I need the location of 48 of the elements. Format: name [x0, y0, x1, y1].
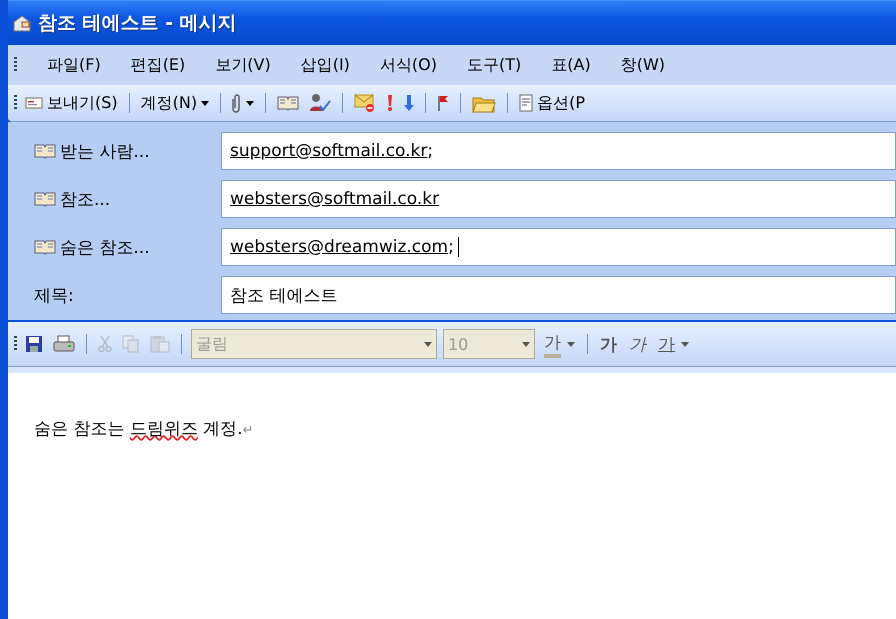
menu-item[interactable]: 보기(V)	[215, 54, 271, 76]
clipboard-icon	[150, 335, 170, 353]
caret-icon	[681, 342, 689, 346]
paperclip-icon	[232, 93, 242, 113]
toolbar-button[interactable]: 옵션(P	[517, 90, 587, 116]
copy-icon	[122, 335, 140, 353]
caret-icon	[201, 100, 210, 106]
menu-item[interactable]: 창(W)	[620, 54, 666, 76]
field-label: 제목:	[34, 284, 74, 306]
body-text: 숨은 참조는 드림위즈 계정.↵	[34, 418, 255, 440]
flag-icon	[437, 95, 450, 111]
caret-icon	[522, 342, 530, 346]
menu-item[interactable]: 파일(F)	[47, 54, 101, 76]
address-label[interactable]: 숨은 참조...	[60, 236, 150, 258]
message-body[interactable]: 숨은 참조는 드림위즈 계정.↵	[8, 367, 896, 619]
down-arrow-icon	[404, 94, 414, 112]
address-field[interactable]: websters@softmail.co.kr	[221, 180, 896, 218]
exclamation-icon	[386, 94, 394, 112]
bold-button[interactable]: 가	[597, 330, 620, 358]
address-label[interactable]: 참조...	[60, 188, 110, 210]
window-title: 참조 테에스트 - 메시지	[38, 11, 237, 36]
printer-icon	[53, 335, 75, 353]
person-check-icon	[309, 93, 332, 113]
address-book-icon	[277, 95, 300, 111]
address-book-icon	[34, 143, 56, 159]
menu-item[interactable]: 편집(E)	[130, 54, 186, 76]
address-book-icon	[34, 239, 56, 255]
toolbar-button[interactable]: 보내기(S)	[23, 90, 120, 116]
underline-button[interactable]: 가	[655, 330, 692, 358]
address-field[interactable]: support@softmail.co.kr;	[221, 132, 896, 170]
menu-item[interactable]: 도구(T)	[467, 54, 522, 76]
menu-item[interactable]: 삽입(I)	[300, 54, 350, 76]
caret-icon	[246, 100, 254, 106]
address-book-icon	[34, 191, 56, 207]
scissors-icon	[98, 335, 112, 353]
address-label[interactable]: 받는 사람...	[60, 140, 150, 162]
italic-button[interactable]: 가	[626, 330, 649, 358]
document-icon	[519, 94, 534, 112]
address-field[interactable]: websters@dreamwiz.com;	[221, 228, 896, 266]
dropdown-button[interactable]: 계정(N)	[138, 90, 212, 116]
toolbar-button[interactable]	[23, 333, 45, 355]
save-icon	[25, 335, 43, 353]
menu-item[interactable]: 표(A)	[551, 54, 591, 76]
caret-icon	[567, 342, 575, 346]
caret-icon	[424, 342, 432, 346]
menu-item[interactable]: 서식(O)	[380, 54, 437, 76]
subject-field[interactable]: 참조 테에스트	[221, 276, 896, 314]
font-color-button[interactable]: 가	[541, 328, 578, 360]
